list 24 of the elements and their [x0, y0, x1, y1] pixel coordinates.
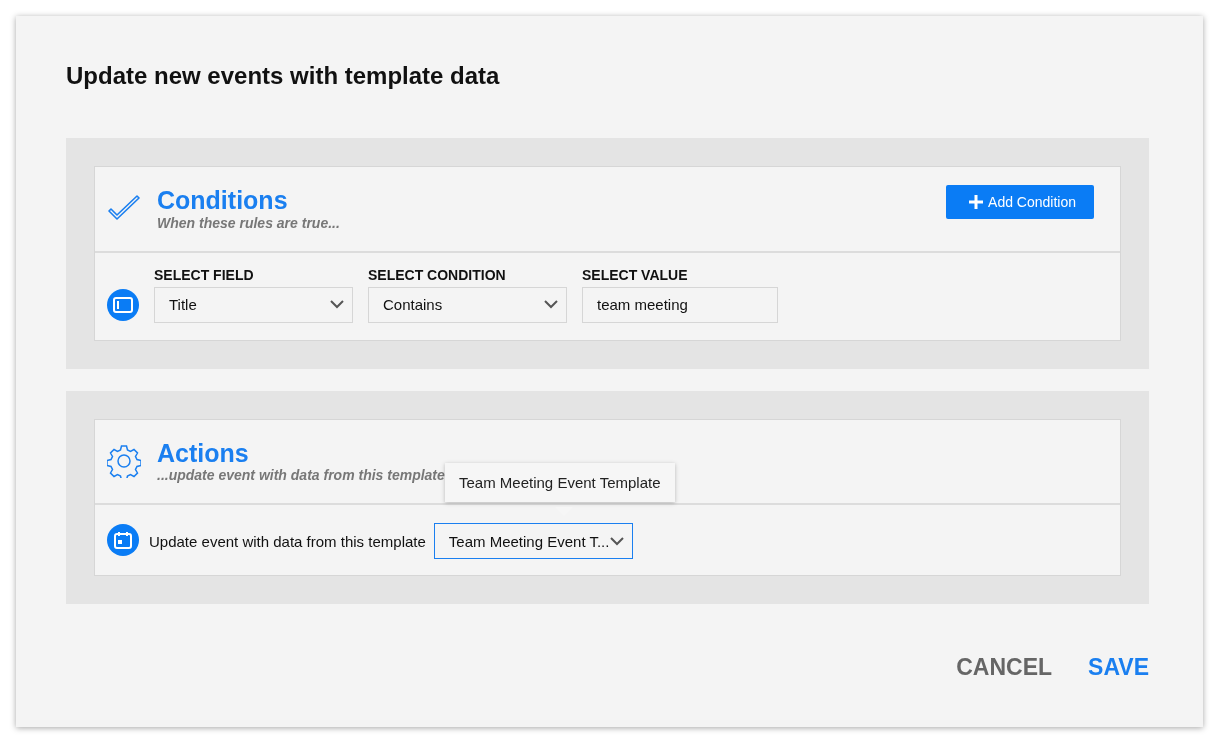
conditions-subtitle: When these rules are true... — [157, 214, 341, 231]
field-icon — [107, 288, 139, 321]
template-label: Update event with data from this template — [149, 532, 426, 550]
dropdown[interactable]: Contains — [368, 286, 567, 323]
gear-icon — [107, 443, 141, 478]
cancel-button[interactable]: CANCEL — [956, 654, 1053, 681]
template-dropdown[interactable]: Team Meeting Event T... — [433, 523, 633, 559]
calendar-icon — [107, 524, 139, 556]
save-button[interactable]: SAVE — [1088, 654, 1149, 681]
field-label: SELECT VALUE — [582, 266, 689, 283]
chevron-down-icon — [544, 300, 558, 309]
field-label: SELECT FIELD — [154, 266, 255, 283]
conditions-title: Conditions — [157, 187, 289, 215]
checkmark-icon — [107, 195, 141, 223]
actions-title: Actions — [157, 439, 250, 467]
field-label: SELECT CONDITION — [368, 266, 507, 283]
add-condition-button[interactable]: Add Condition — [946, 185, 1094, 219]
dialog-title: Update new events with template data — [66, 62, 501, 90]
plus-icon — [968, 194, 985, 210]
dropdown[interactable]: Title — [154, 286, 353, 323]
tooltip: Team Meeting Event Template — [445, 463, 675, 502]
input-field[interactable]: team meeting — [582, 286, 778, 323]
chevron-down-icon — [609, 536, 624, 546]
chevron-down-icon — [330, 300, 344, 309]
